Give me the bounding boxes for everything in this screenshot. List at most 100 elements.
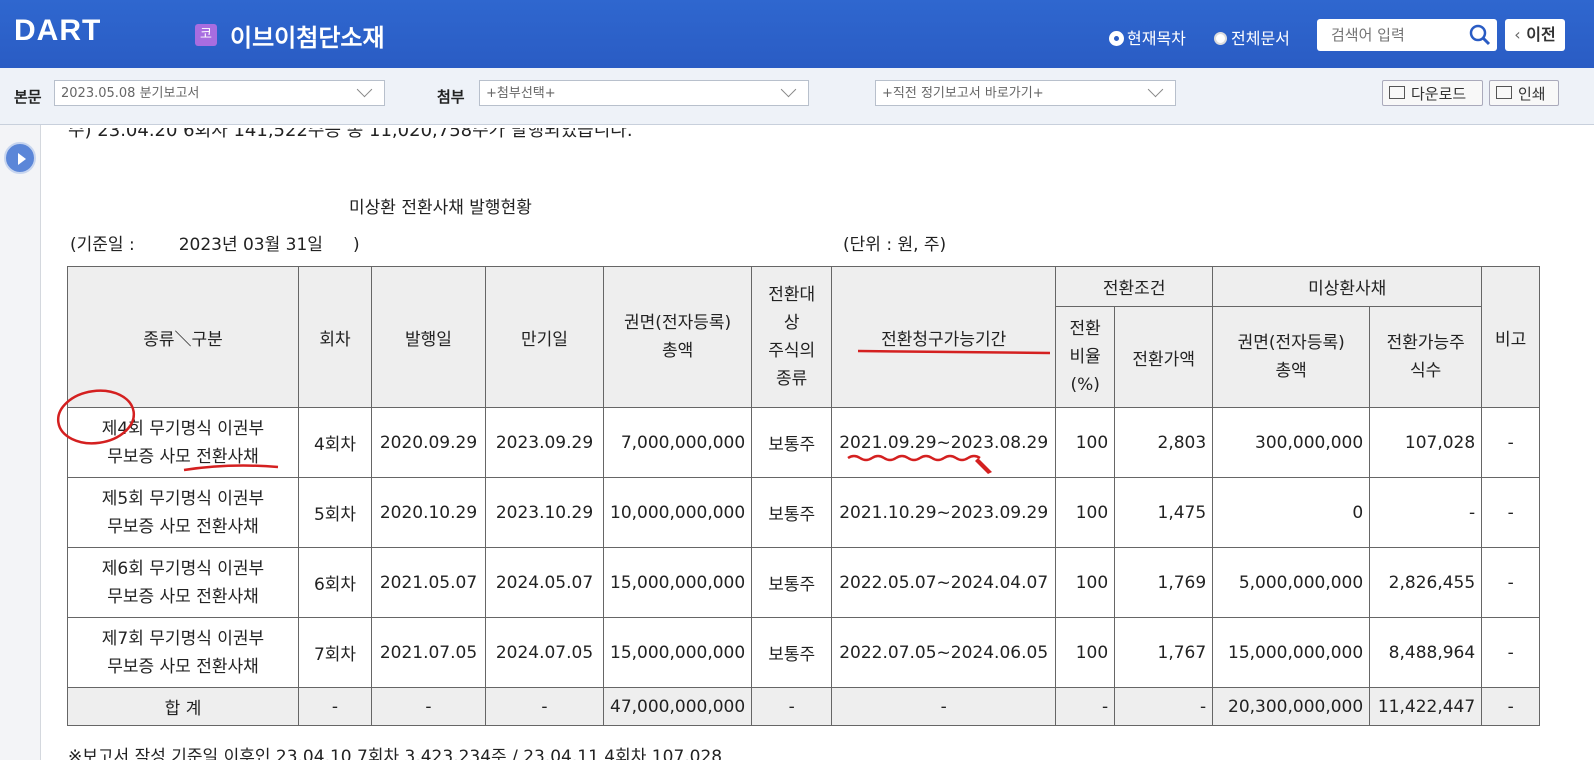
chevron-down-icon — [356, 81, 373, 98]
cell-round: 6회차 — [298, 547, 372, 618]
cell-shares: - — [1369, 477, 1483, 548]
cell-price: 1,769 — [1114, 547, 1214, 618]
cell-maturity: 2024.05.07 — [485, 547, 604, 618]
cell-maturity: 2023.10.29 — [485, 477, 604, 548]
cell-unredeemed: 0 — [1212, 477, 1371, 548]
cell-issue: 2021.05.07 — [371, 547, 486, 618]
cell-price: - — [1114, 687, 1214, 726]
header-kind: 종류＼구분 — [67, 266, 299, 408]
header-round: 회차 — [298, 266, 372, 408]
expand-sidebar-icon[interactable] — [4, 142, 36, 174]
table-row: 제5회 무기명식 이권부 무보증 사모 전환사채 5회차 2020.10.29 2… — [67, 477, 1541, 548]
cell-target: 보통주 — [751, 547, 833, 618]
cell-issue: - — [371, 687, 486, 726]
shortcut-select[interactable]: +직전 정기보고서 바로가기+ — [875, 80, 1176, 106]
download-icon — [1389, 86, 1405, 99]
cell-target: 보통주 — [751, 407, 833, 478]
cell-round: 5회차 — [298, 477, 372, 548]
cell-ratio: - — [1055, 687, 1116, 726]
header-unredeemed: 미상환사채 — [1212, 266, 1483, 307]
table-row: 제4회 무기명식 이권부 무보증 사모 전환사채 4회차 2020.09.29 2… — [67, 407, 1541, 478]
cell-round: - — [298, 687, 372, 726]
cell-face: 15,000,000,000 — [602, 617, 753, 688]
radio-current-toc[interactable]: 현재목차 — [1110, 25, 1186, 49]
attach-label: 첨부 — [437, 88, 465, 106]
header-ratio: 전환 비율 (%) — [1055, 306, 1116, 408]
print-icon — [1496, 86, 1512, 99]
cell-kind: 제5회 무기명식 이권부 무보증 사모 전환사채 — [67, 477, 299, 548]
cell-period: - — [831, 687, 1057, 726]
cell-kind: 제4회 무기명식 이권부 무보증 사모 전환사채 — [67, 407, 299, 478]
cell-ratio: 100 — [1055, 617, 1116, 688]
cell-ratio: 100 — [1055, 547, 1116, 618]
unit-label: (단위 : 원, 주) — [843, 235, 947, 255]
header-unredeemed-face: 권면(전자등록) 총액 — [1212, 306, 1371, 408]
cell-period: 2022.07.05~2024.06.05 — [831, 617, 1057, 688]
sidebar — [0, 125, 40, 760]
prev-button[interactable]: ‹ 이전 — [1505, 19, 1565, 51]
cell-period: 2021.09.29~2023.08.29 — [831, 407, 1057, 478]
cell-ratio: 100 — [1055, 407, 1116, 478]
cell-remark: - — [1481, 547, 1541, 618]
company-name: 이브이첨단소재 — [230, 24, 385, 52]
cell-maturity: 2023.09.29 — [485, 407, 604, 478]
basis-date: (기준일 :2023년 03월 31일) — [70, 235, 360, 255]
cell-price: 1,475 — [1114, 477, 1214, 548]
header-conversion-terms: 전환조건 — [1055, 266, 1214, 307]
cell-remark: - — [1481, 617, 1541, 688]
radio-selected-icon — [1110, 32, 1123, 45]
download-button[interactable]: 다운로드 — [1382, 80, 1483, 106]
cell-shares: 11,422,447 — [1369, 687, 1483, 726]
cell-face: 47,000,000,000 — [602, 687, 753, 726]
search-icon[interactable] — [1469, 24, 1491, 46]
cell-price: 1,767 — [1114, 617, 1214, 688]
radio-all-document[interactable]: 전체문서 — [1214, 25, 1290, 49]
chevron-down-icon — [780, 81, 797, 98]
chevron-down-icon — [1147, 81, 1164, 98]
radio-empty-icon — [1214, 32, 1227, 45]
cell-remark: - — [1481, 407, 1541, 478]
cell-face: 7,000,000,000 — [602, 407, 753, 478]
cut-bottom-line: ※보고서 작성 기준일 이후인 23.04.10 7회차 3,423,234주 … — [68, 747, 723, 760]
cell-issue: 2020.10.29 — [371, 477, 486, 548]
main-report-select[interactable]: 2023.05.08 분기보고서 — [54, 80, 385, 106]
cell-issue: 2021.07.05 — [371, 617, 486, 688]
header-remark: 비고 — [1481, 266, 1541, 408]
header-convertible-shares: 전환가능주 식수 — [1369, 306, 1483, 408]
cell-round: 7회차 — [298, 617, 372, 688]
cell-total-label: 합 계 — [67, 687, 299, 726]
cell-price: 2,803 — [1114, 407, 1214, 478]
cb-table: 종류＼구분 회차 발행일 만기일 권면(전자등록) 총액 전환대 상 주식의 종류 전환… — [67, 266, 1541, 726]
search-box — [1317, 19, 1497, 51]
cell-target: 보통주 — [751, 617, 833, 688]
cell-maturity: - — [485, 687, 604, 726]
cell-face: 10,000,000,000 — [602, 477, 753, 548]
cell-remark: - — [1481, 687, 1541, 726]
table-row: 제7회 무기명식 이권부 무보증 사모 전환사채 7회차 2021.07.05 2… — [67, 617, 1541, 688]
cell-kind: 제6회 무기명식 이권부 무보증 사모 전환사채 — [67, 547, 299, 618]
cut-text-line: 주) 23.04.20 6회차 141,522주등 총 11,020,758주가… — [68, 128, 633, 141]
cell-period: 2021.10.29~2023.09.29 — [831, 477, 1057, 548]
cell-round: 4회차 — [298, 407, 372, 478]
header-target-stock: 전환대 상 주식의 종류 — [751, 266, 833, 408]
cell-target: 보통주 — [751, 477, 833, 548]
header-price: 전환가액 — [1114, 306, 1214, 408]
cell-face: 15,000,000,000 — [602, 547, 753, 618]
cell-target: - — [751, 687, 833, 726]
cell-ratio: 100 — [1055, 477, 1116, 548]
cell-shares: 2,826,455 — [1369, 547, 1483, 618]
cell-period: 2022.05.07~2024.04.07 — [831, 547, 1057, 618]
cell-unredeemed: 15,000,000,000 — [1212, 617, 1371, 688]
attach-select[interactable]: +첨부선택+ — [479, 80, 809, 106]
cell-issue: 2020.09.29 — [371, 407, 486, 478]
print-button[interactable]: 인쇄 — [1489, 80, 1559, 106]
main-label: 본문 — [14, 88, 42, 106]
cell-unredeemed: 300,000,000 — [1212, 407, 1371, 478]
company-badge: 코 — [195, 24, 217, 46]
header-issue-date: 발행일 — [371, 266, 486, 408]
search-input[interactable] — [1329, 25, 1473, 45]
cell-maturity: 2024.07.05 — [485, 617, 604, 688]
dart-logo[interactable]: DART — [14, 14, 101, 48]
cell-shares: 8,488,964 — [1369, 617, 1483, 688]
cell-unredeemed: 20,300,000,000 — [1212, 687, 1371, 726]
